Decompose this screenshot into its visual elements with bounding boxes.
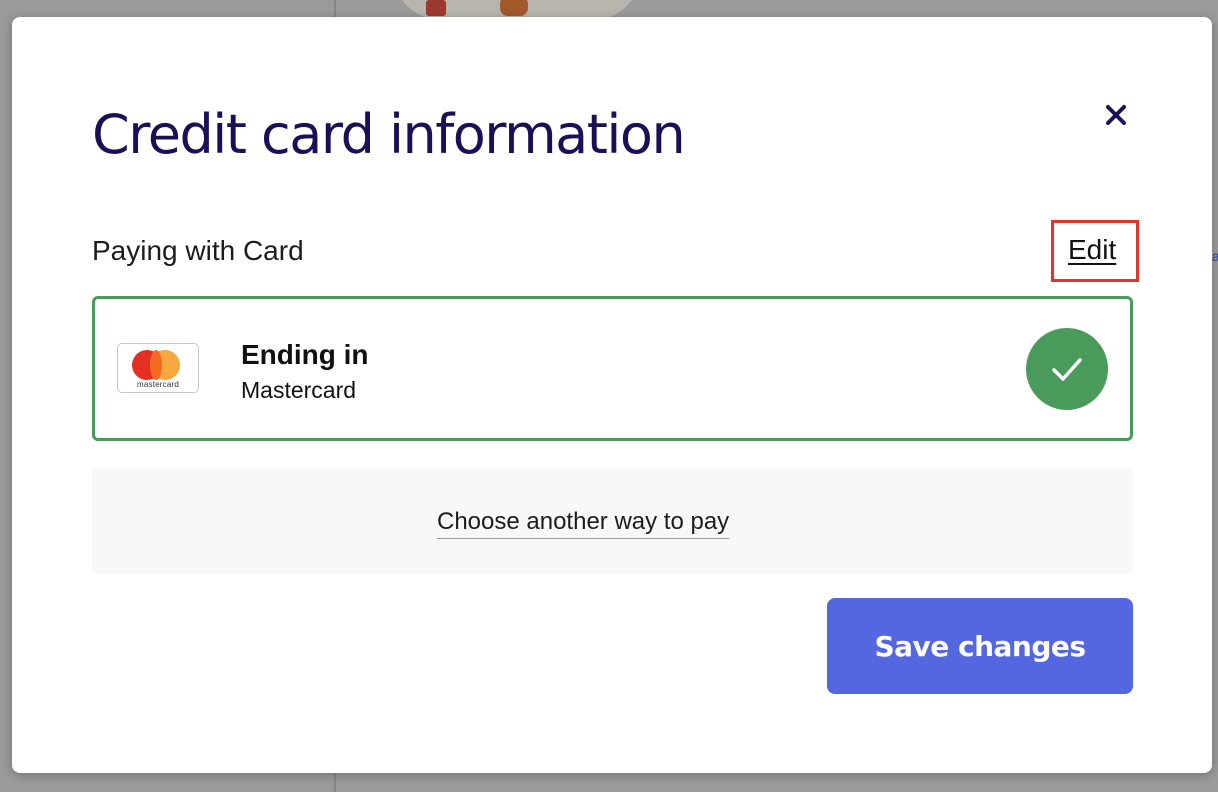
illustration-shape <box>426 0 446 16</box>
close-button[interactable] <box>1100 99 1132 131</box>
check-circle-icon <box>1026 328 1108 410</box>
mastercard-wordmark: mastercard <box>136 380 179 389</box>
mastercard-overlap <box>150 350 162 380</box>
card-title: Ending in <box>241 339 369 370</box>
save-changes-button[interactable]: Save changes <box>827 598 1133 694</box>
alternate-payment-panel: Choose another way to pay <box>92 468 1133 574</box>
illustration-shape <box>500 0 528 16</box>
paying-with-label: Paying with Card <box>92 235 304 266</box>
selected-card-option[interactable]: mastercard Ending in Mastercard <box>92 296 1133 441</box>
card-brand-label: Mastercard <box>241 377 357 403</box>
modal-title: Credit card information <box>92 103 686 166</box>
backdrop-text-fragment: a <box>1212 248 1218 262</box>
choose-another-way-link[interactable]: Choose another way to pay <box>437 508 730 539</box>
credit-card-modal: Credit card information Paying with Card… <box>12 17 1212 773</box>
checkmark-icon <box>1052 358 1082 381</box>
mastercard-logo-icon: mastercard <box>117 343 199 393</box>
edit-link[interactable]: Edit <box>1068 234 1116 266</box>
close-icon <box>1106 105 1126 125</box>
